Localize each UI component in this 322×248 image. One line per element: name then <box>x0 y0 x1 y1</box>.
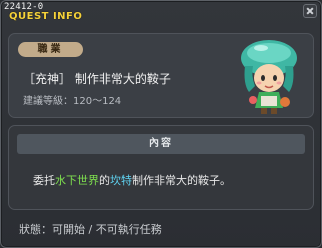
recommended-level: 建議等級：120～124 <box>23 96 122 107</box>
desc-prefix: 委托 <box>33 174 55 187</box>
job-tag: 職業 <box>18 42 83 57</box>
job-panel: 職業 ［充神］ 制作非常大的鞍子 建議等級：120～124 <box>8 33 314 118</box>
content-panel: 內容 委托水下世界的坎特制作非常大的鞍子。 <box>8 125 314 210</box>
npc-avatar-icon <box>241 40 297 114</box>
desc-mid: 的 <box>99 174 110 187</box>
desc-suffix: 制作非常大的鞍子。 <box>132 174 231 187</box>
job-name: ［充神］ 制作非常大的鞍子 <box>23 72 171 86</box>
desc-npc-link[interactable]: 坎特 <box>110 174 132 187</box>
window-title: QUEST INFO <box>9 11 83 22</box>
close-icon[interactable] <box>303 4 317 18</box>
content-header: 內容 <box>17 134 305 154</box>
desc-place-link[interactable]: 水下世界 <box>55 174 99 187</box>
quest-info-window: 22412-0 QUEST INFO 職業 ［充神］ 制作非常大的鞍子 建議等級… <box>0 0 322 248</box>
quest-description: 委托水下世界的坎特制作非常大的鞍子。 <box>33 172 231 188</box>
quest-status: 狀態：可開始 / 不可執行任務 <box>19 223 162 236</box>
